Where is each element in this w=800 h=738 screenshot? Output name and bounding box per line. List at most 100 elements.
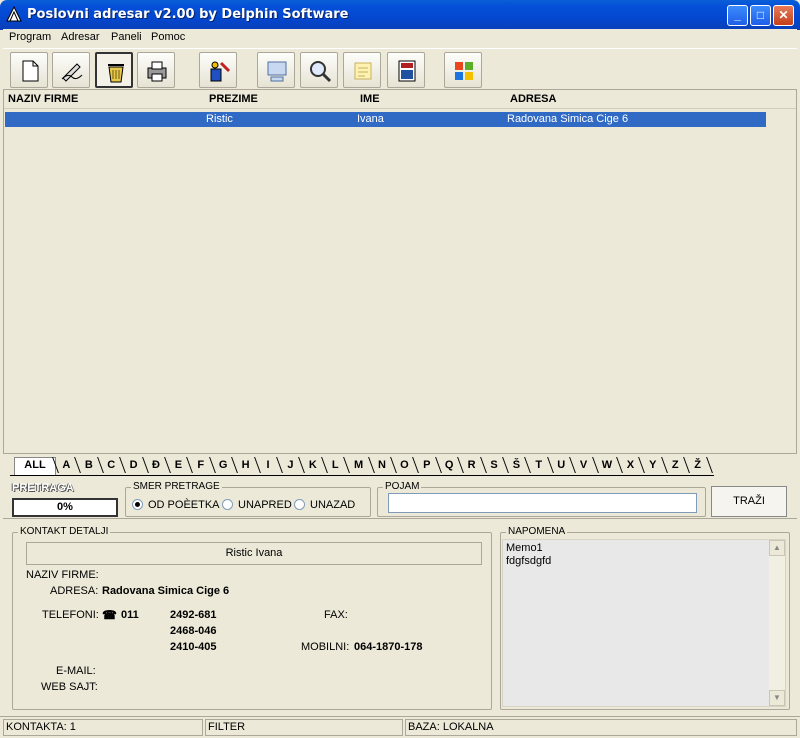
tab-letter[interactable]: J [280,456,300,474]
tab-letter[interactable]: F [191,456,211,474]
search-magnifier-icon [310,61,332,83]
tab-letter[interactable]: K [303,456,323,474]
windows-button[interactable] [444,52,482,88]
close-button[interactable]: ✕ [773,5,794,26]
tab-letter[interactable]: S [484,456,504,474]
tab-letter[interactable]: G [213,456,233,474]
calculator-icon [398,60,416,82]
tab-letter[interactable]: M [348,456,370,474]
tab-letter[interactable]: U [551,456,571,474]
pojam-input[interactable] [388,493,697,513]
search-label: PRETRAGA [12,482,74,494]
tab-letter[interactable]: I [258,456,278,474]
radio-unapred-label[interactable]: UNAPRED [238,499,292,511]
status-filter: FILTER [205,719,403,736]
label-web: WEB SAJT: [41,681,98,693]
scroll-down-icon[interactable]: ▼ [769,690,785,706]
tab-letter[interactable]: T [529,456,549,474]
search-direction-group: SMER PRETRAGE OD POÈETKA UNAPRED UNAZAD [125,481,371,517]
letter-tabs: ALL A B C D Đ E F G H I J K L M N O P Q R S Š T U V W X Y Z Ž [10,456,713,476]
value-phone-prefix: 011 [121,609,139,621]
tab-letter[interactable]: P [417,456,437,474]
status-bar: KONTAKTA: 1 FILTER BAZA: LOKALNA [0,716,800,738]
value-phone-3: 2410-405 [170,641,217,653]
label-telefoni: TELEFONI: [42,609,99,621]
print-button[interactable] [137,52,175,88]
value-phone-1: 2492-681 [170,609,217,621]
tab-letter[interactable]: V [574,456,594,474]
column-prezime[interactable]: PREZIME [209,93,258,105]
scroll-up-icon[interactable]: ▲ [769,540,785,556]
telephone-icon: ☎ [102,608,117,622]
tools-button[interactable] [199,52,237,88]
table-row[interactable]: Ristic Ivana Radovana Simica Cige 6 [5,112,766,127]
menu-adresar[interactable]: Adresar [61,31,100,43]
tab-all[interactable]: ALL [16,456,54,474]
menu-program[interactable]: Program [9,31,51,43]
tab-letter[interactable]: C [101,456,121,474]
radio-od-pocetka[interactable] [132,499,143,510]
column-ime[interactable]: IME [360,93,380,105]
radio-od-pocetka-label[interactable]: OD POÈETKA [148,499,220,511]
tab-letter[interactable]: Š [506,456,526,474]
menu-paneli[interactable]: Paneli [111,31,142,43]
memo-line: fdgfsdgfd [506,555,552,567]
contact-list[interactable]: NAZIV FIRME PREZIME IME ADRESA Ristic Iv… [3,89,797,454]
search-button[interactable] [300,52,338,88]
minimize-button[interactable]: _ [727,5,748,26]
menu-bar: Program Adresar Paneli Pomoc [3,29,797,47]
label-adresa: ADRESA: [50,585,99,597]
search-direction-title: SMER PRETRAGE [131,481,222,492]
status-kontakta: KONTAKTA: 1 [3,719,203,736]
memo-scrollbar[interactable]: ▲ ▼ [769,540,785,706]
cell-ime: Ivana [357,113,384,125]
label-naziv-firme: NAZIV FIRME: [26,569,99,581]
maximize-button[interactable]: □ [750,5,771,26]
tools-icon [210,61,231,82]
new-button[interactable] [10,52,48,88]
search-submit-button[interactable]: TRAŽI [711,486,787,517]
delete-button[interactable] [95,52,133,88]
tab-letter[interactable]: B [79,456,99,474]
value-mobilni: 064-1870-178 [354,641,423,653]
label-fax: FAX: [324,609,348,621]
tab-letter[interactable]: N [372,456,392,474]
tab-letter[interactable]: X [620,456,640,474]
column-adresa[interactable]: ADRESA [510,93,556,105]
tab-letter[interactable]: H [236,456,256,474]
tab-letter[interactable]: E [168,456,188,474]
tab-letter[interactable]: Q [439,456,459,474]
edit-button[interactable] [52,52,90,88]
label-email: E-MAIL: [56,665,96,677]
calculator-button[interactable] [387,52,425,88]
list-header: NAZIV FIRME PREZIME IME ADRESA [4,90,796,109]
computer-button[interactable] [257,52,295,88]
column-naziv-firme[interactable]: NAZIV FIRME [8,93,78,105]
value-phone-2: 2468-046 [170,625,217,637]
delete-trash-icon [108,64,124,83]
tab-letter[interactable]: Đ [146,456,166,474]
radio-unazad[interactable] [294,499,305,510]
radio-unapred[interactable] [222,499,233,510]
value-adresa: Radovana Simica Cige 6 [102,585,230,597]
menu-pomoc[interactable]: Pomoc [151,31,185,43]
tab-letter[interactable]: L [325,456,345,474]
tab-letter[interactable]: O [394,456,414,474]
title-bar[interactable]: Poslovni adresar v2.00 by Delphin Softwa… [0,0,800,30]
tab-letter[interactable]: A [56,456,76,474]
tab-letter[interactable]: D [124,456,144,474]
tab-letter[interactable]: Z [665,456,685,474]
notes-title: NAPOMENA [506,526,568,537]
tab-letter[interactable]: Y [643,456,663,474]
tab-letter[interactable]: R [462,456,482,474]
tab-letter[interactable]: W [596,456,618,474]
tab-letter[interactable]: Ž [688,456,708,474]
notes-button[interactable] [343,52,381,88]
computer-icon [267,61,287,82]
windows-logo-icon [455,62,473,80]
edit-icon [61,63,83,82]
cell-prezime: Ristic [206,113,233,125]
new-document-icon [22,60,39,82]
radio-unazad-label[interactable]: UNAZAD [310,499,355,511]
notes-memo[interactable]: Memo1 fdgfsdgfd ▲ ▼ [502,539,786,707]
